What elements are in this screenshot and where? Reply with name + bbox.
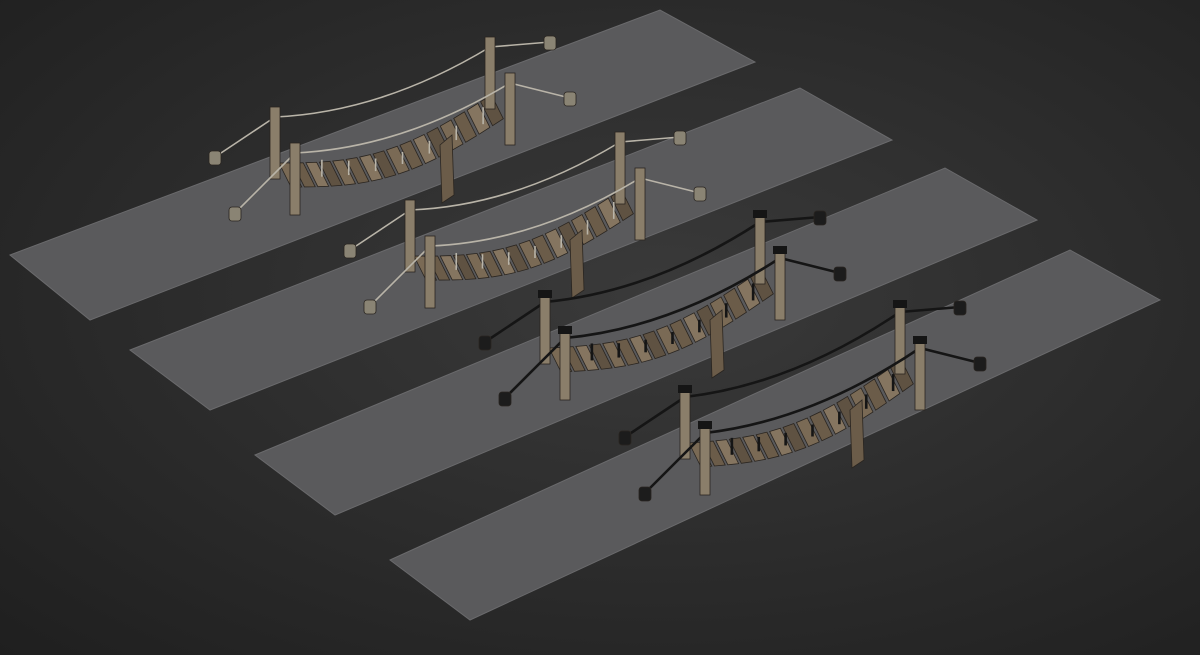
ground-peg [973, 356, 987, 372]
ground-peg [638, 486, 652, 502]
rope-wrap [698, 421, 712, 429]
bridge-post [559, 327, 571, 401]
rope-wrap [773, 246, 787, 254]
ground-peg [498, 391, 512, 407]
ground-peg [693, 186, 707, 202]
bridge-post [269, 106, 281, 180]
ground-peg [478, 335, 492, 351]
ground-peg [343, 243, 357, 259]
ground-peg [673, 130, 687, 146]
bridge-post [404, 199, 416, 273]
rope-wrap [913, 336, 927, 344]
bridge-post [424, 235, 436, 309]
bridge-post [634, 167, 646, 241]
bridge-scene [9, 9, 1162, 621]
ground-peg [363, 299, 377, 315]
ground-peg [813, 210, 827, 226]
support-board [849, 399, 865, 469]
support-board [709, 309, 725, 379]
ground-peg [618, 430, 632, 446]
ground-peg [833, 266, 847, 282]
ground-peg [228, 206, 242, 222]
bridge-post [504, 72, 516, 146]
bridge-post [699, 422, 711, 496]
support-board [569, 229, 585, 299]
anchor-rope [759, 215, 821, 224]
viewport-3d[interactable] [0, 0, 1200, 655]
bridge-post [914, 337, 926, 411]
rope-wrap [753, 210, 767, 218]
rope-wrap [678, 385, 692, 393]
anchor-rope [214, 116, 276, 158]
bridge-post [774, 247, 786, 321]
bridge-post [289, 142, 301, 216]
rope-wrap [558, 326, 572, 334]
rope-wrap [538, 290, 552, 298]
ground-peg [208, 150, 222, 166]
bridge-post [484, 36, 496, 110]
ground-peg [953, 300, 967, 316]
ground-peg [563, 91, 577, 107]
bridge-post [614, 131, 626, 205]
rope-wrap [893, 300, 907, 308]
ground-peg [543, 35, 557, 51]
support-board [439, 134, 455, 204]
anchor-rope [484, 300, 546, 344]
anchor-rope [489, 41, 551, 48]
